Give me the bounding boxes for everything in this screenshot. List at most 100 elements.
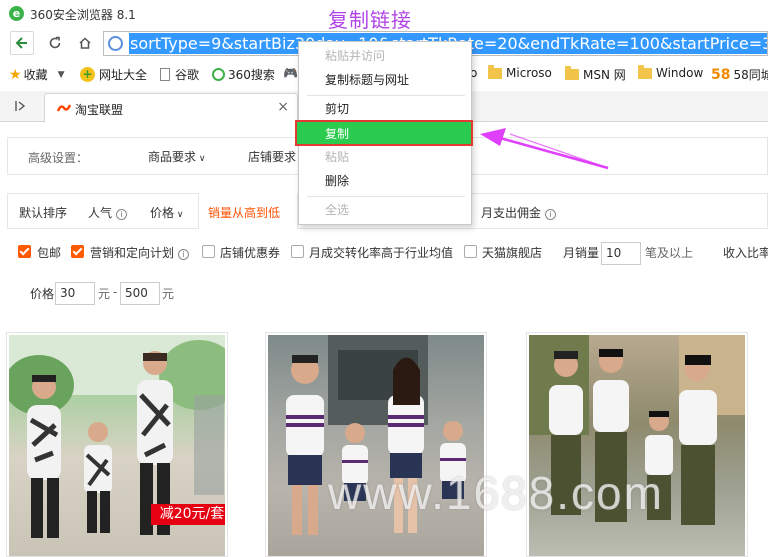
product-requirements-dropdown[interactable]: 商品要求 ∨ bbox=[148, 148, 205, 165]
star-icon: ★ bbox=[9, 66, 22, 83]
context-menu: 粘贴并访问 复制标题与网址 剪切 复制 粘贴 删除 全选 bbox=[295, 41, 473, 225]
tab-taobao-union[interactable]: 淘宝联盟 × bbox=[44, 93, 298, 123]
bookmark-label: 谷歌 bbox=[175, 68, 200, 82]
window-title: 360安全浏览器 8.1 bbox=[30, 8, 136, 22]
sidebar-toggle-icon bbox=[15, 101, 26, 111]
free-shipping-label: 包邮 bbox=[37, 246, 62, 260]
conversion-rate-label: 月成交转化率高于行业均值 bbox=[309, 246, 454, 260]
yuan-label: 元 bbox=[98, 287, 111, 301]
bookmark-item[interactable]: Window bbox=[638, 64, 703, 80]
bookmark-item[interactable]: Microso bbox=[488, 64, 552, 80]
browser-logo-icon: e bbox=[9, 6, 24, 21]
bookmark-item[interactable]: MSN 网 bbox=[565, 66, 626, 83]
back-arrow-icon bbox=[15, 37, 27, 49]
family-outfit-photo bbox=[286, 335, 466, 535]
sort-commission[interactable]: 月支出佣金 i bbox=[481, 204, 557, 221]
income-ratio-label: 收入比率 bbox=[723, 246, 768, 260]
product-image[interactable] bbox=[529, 335, 745, 556]
price-label: 价格 bbox=[30, 287, 55, 301]
sort-popularity-label: 人气 bbox=[88, 206, 113, 220]
product-image[interactable]: 减20元/套 bbox=[9, 335, 225, 556]
chevron-down-icon: ▼ bbox=[57, 69, 65, 80]
product-requirements-label: 商品要求 bbox=[148, 150, 197, 164]
product-card[interactable] bbox=[265, 332, 487, 557]
folder-icon bbox=[638, 64, 652, 79]
refresh-icon bbox=[49, 36, 61, 49]
monthly-sales-label: 月销量 bbox=[563, 246, 600, 260]
sort-price-label: 价格 bbox=[150, 206, 175, 220]
folder-icon bbox=[565, 66, 579, 80]
shop-coupon-label: 店铺优惠券 bbox=[220, 246, 281, 260]
info-icon: i bbox=[116, 209, 128, 220]
menu-item-cut[interactable]: 剪切 bbox=[299, 98, 471, 120]
tmall-flagship-checkbox[interactable] bbox=[464, 245, 477, 258]
marketing-plan-text: 营销和定向计划 bbox=[90, 246, 175, 260]
range-dash: - bbox=[113, 285, 118, 299]
free-shipping-checkbox[interactable] bbox=[18, 245, 31, 258]
bookmark-label: MSN 网 bbox=[583, 68, 626, 82]
monthly-sales-input[interactable]: 10 bbox=[601, 242, 641, 265]
taobao-union-logo-icon bbox=[57, 104, 71, 112]
menu-item-copy-title-and-url[interactable]: 复制标题与网址 bbox=[299, 69, 471, 91]
bookmark-label: 58同城 bbox=[733, 68, 768, 82]
gamepad-icon: 🎮 bbox=[283, 66, 298, 80]
marketing-plan-label: 营销和定向计划 i bbox=[90, 244, 190, 261]
menu-item-delete[interactable]: 删除 bbox=[299, 170, 471, 192]
back-button[interactable] bbox=[10, 31, 34, 55]
web-directory-icon: + bbox=[80, 67, 95, 82]
tmall-flagship-label: 天猫旗舰店 bbox=[482, 246, 543, 260]
title-bar: e 360安全浏览器 8.1 复制链接 bbox=[0, 0, 768, 32]
favorites-label: 收藏 bbox=[23, 68, 48, 82]
price-max-input[interactable]: 500 bbox=[120, 282, 160, 305]
bookmark-label: 网址大全 bbox=[99, 68, 148, 82]
product-image[interactable] bbox=[268, 335, 484, 556]
menu-item-paste-and-go[interactable]: 粘贴并访问 bbox=[299, 45, 471, 67]
menu-separator bbox=[307, 95, 465, 96]
search-360-icon bbox=[212, 68, 225, 81]
watermark-text: www.1688.com bbox=[328, 467, 664, 519]
bookmark-item[interactable]: 谷歌 bbox=[160, 66, 199, 83]
favorites-button[interactable]: ★ 收藏 ▼ bbox=[9, 66, 65, 83]
chevron-down-icon: ∨ bbox=[174, 210, 184, 220]
sidebar-toggle-button[interactable] bbox=[15, 100, 27, 115]
bookmark-item[interactable]: + 网址大全 bbox=[80, 66, 147, 83]
menu-item-select-all[interactable]: 全选 bbox=[299, 199, 471, 221]
sort-commission-label: 月支出佣金 bbox=[481, 206, 542, 220]
bookmark-label: 360搜索 bbox=[228, 68, 275, 82]
sort-popularity[interactable]: 人气 i bbox=[88, 204, 128, 221]
sort-sales-desc[interactable]: 销量从高到低 bbox=[208, 204, 280, 221]
bookmark-item[interactable]: 58 58同城 bbox=[711, 66, 768, 83]
document-icon bbox=[160, 68, 170, 81]
shop-requirements-dropdown[interactable]: 店铺要求 bbox=[248, 148, 296, 165]
conversion-rate-checkbox[interactable] bbox=[291, 245, 304, 258]
bookmark-item[interactable]: 360搜索 bbox=[212, 66, 275, 83]
sort-price[interactable]: 价格 ∨ bbox=[150, 204, 183, 221]
folder-icon bbox=[488, 64, 502, 79]
product-card[interactable] bbox=[526, 332, 748, 557]
monthly-sales-suffix: 笔及以上 bbox=[645, 246, 694, 260]
product-card[interactable]: 减20元/套 bbox=[6, 332, 228, 557]
price-min-input[interactable]: 30 bbox=[55, 282, 95, 305]
home-button[interactable] bbox=[73, 31, 97, 55]
bookmark-item[interactable]: 🎮 bbox=[283, 66, 298, 80]
menu-separator bbox=[307, 196, 465, 197]
annotation-arrow-icon bbox=[480, 128, 609, 170]
refresh-button[interactable] bbox=[43, 31, 67, 55]
shop-coupon-checkbox[interactable] bbox=[202, 245, 215, 258]
home-icon bbox=[79, 37, 91, 49]
menu-item-paste[interactable]: 粘贴 bbox=[299, 146, 471, 168]
sort-default[interactable]: 默认排序 bbox=[19, 204, 67, 221]
yuan-label: 元 bbox=[162, 287, 175, 301]
tab-label: 淘宝联盟 bbox=[75, 103, 124, 117]
shop-requirements-label: 店铺要求 bbox=[248, 150, 297, 164]
discount-badge: 减20元/套 bbox=[151, 504, 225, 525]
site-58-icon: 58 bbox=[711, 66, 731, 83]
site-security-icon bbox=[108, 36, 123, 51]
chevron-down-icon: ∨ bbox=[196, 154, 206, 164]
marketing-plan-checkbox[interactable] bbox=[71, 245, 84, 258]
bookmark-label: Microso bbox=[506, 66, 552, 80]
menu-item-copy[interactable]: 复制 bbox=[295, 120, 473, 146]
family-outfit-photo bbox=[529, 335, 745, 525]
tab-close-icon[interactable]: × bbox=[277, 99, 289, 115]
info-icon: i bbox=[545, 209, 557, 220]
